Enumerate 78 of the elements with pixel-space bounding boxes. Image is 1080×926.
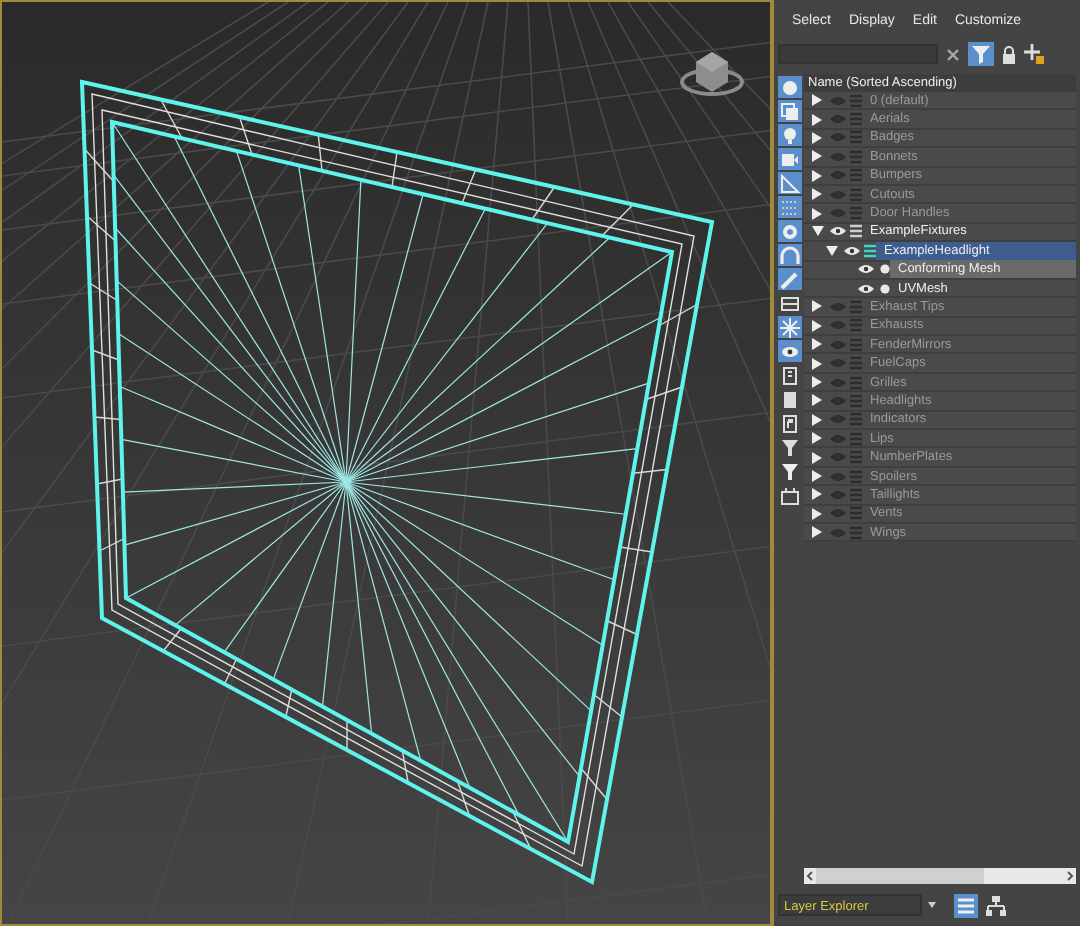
layer-stack-icon: [864, 243, 876, 258]
layer-stack-icon: [850, 412, 862, 427]
toolbar-toggle-button[interactable]: [777, 100, 801, 122]
toolbar-toggle-button[interactable]: [777, 244, 801, 266]
expand-arrow-icon[interactable]: [810, 93, 824, 108]
scroll-left-icon[interactable]: [804, 868, 816, 884]
object-dot-icon: [878, 281, 890, 296]
toolbar-toggle-button[interactable]: [777, 196, 801, 218]
toolbar-toggle-button[interactable]: [777, 436, 801, 458]
object-dot-icon: [878, 262, 890, 277]
add-layer-icon[interactable]: [1024, 44, 1044, 64]
layer-stack-icon: [850, 469, 862, 483]
expand-arrow-icon[interactable]: [810, 506, 824, 521]
layer-stack-icon: [850, 393, 862, 408]
layer-stack-icon: [850, 187, 862, 202]
visibility-eye-icon[interactable]: [858, 283, 874, 294]
toolbar-toggle-button[interactable]: [777, 268, 801, 290]
expand-arrow-icon[interactable]: [810, 469, 824, 483]
visibility-eye-icon[interactable]: [858, 264, 874, 275]
collapse-arrow-icon[interactable]: [810, 224, 824, 239]
viewcube-icon[interactable]: [680, 52, 744, 96]
layer-stack-icon: [850, 506, 862, 521]
collapse-arrow-icon[interactable]: [824, 243, 838, 258]
layer-stack-icon: [850, 168, 862, 183]
expand-arrow-icon[interactable]: [810, 356, 824, 371]
visibility-eye-icon[interactable]: [844, 245, 860, 256]
expand-arrow-icon[interactable]: [810, 431, 824, 446]
dropdown-arrow-icon[interactable]: [928, 902, 936, 908]
layer-stack-icon: [850, 431, 862, 446]
expand-arrow-icon[interactable]: [810, 412, 824, 427]
layer-stack-icon: [850, 149, 862, 164]
toolbar-toggle-button[interactable]: [777, 124, 801, 146]
expand-arrow-icon[interactable]: [810, 450, 824, 465]
expand-arrow-icon[interactable]: [810, 318, 824, 333]
expand-arrow-icon[interactable]: [810, 112, 824, 127]
expand-arrow-icon[interactable]: [810, 487, 824, 502]
expand-arrow-icon[interactable]: [810, 206, 824, 221]
toolbar-toggle-button[interactable]: [777, 172, 801, 194]
visibility-eye-icon[interactable]: [830, 226, 846, 237]
expand-arrow-icon[interactable]: [810, 375, 824, 390]
layer-stack-icon: [850, 130, 862, 145]
expand-arrow-icon[interactable]: [810, 168, 824, 183]
layer-stack-icon: [850, 487, 862, 502]
scroll-right-icon[interactable]: [1064, 868, 1076, 884]
layer-stack-icon: [850, 375, 862, 390]
layer-stack-icon: [850, 356, 862, 371]
toolbar-toggle-button[interactable]: [777, 484, 801, 506]
toolbar-toggle-button[interactable]: [777, 316, 801, 338]
toolbar-toggle-button[interactable]: [777, 148, 801, 170]
toolbar-toggle-button[interactable]: [777, 412, 801, 434]
toolbar-toggle-button[interactable]: [777, 220, 801, 242]
expand-arrow-icon[interactable]: [810, 299, 824, 314]
view-mode-button[interactable]: [984, 893, 1008, 917]
toolbar-toggle-button[interactable]: [777, 76, 801, 98]
toolbar-toggle-button[interactable]: [777, 340, 801, 362]
expand-arrow-icon[interactable]: [810, 525, 824, 540]
expand-arrow-icon[interactable]: [810, 149, 824, 164]
filter-button[interactable]: [968, 42, 994, 66]
horizontal-scrollbar[interactable]: [804, 868, 1076, 884]
layer-stack-icon: [850, 112, 862, 127]
toolbar-toggle-button[interactable]: [777, 292, 801, 314]
expand-arrow-icon[interactable]: [810, 187, 824, 202]
layer-stack-icon: [850, 224, 862, 239]
layer-stack-icon: [850, 93, 862, 108]
expand-arrow-icon[interactable]: [810, 130, 824, 145]
layer-stack-icon: [850, 299, 862, 314]
toolbar-toggle-button[interactable]: [777, 460, 801, 482]
toolbar-toggle-button[interactable]: [777, 364, 801, 386]
layer-stack-icon: [850, 525, 862, 540]
view-mode-button[interactable]: [954, 893, 978, 917]
layer-stack-icon: [850, 318, 862, 333]
layer-stack-icon: [850, 206, 862, 221]
clear-icon[interactable]: [946, 47, 960, 61]
layer-stack-icon: [850, 450, 862, 465]
expand-arrow-icon[interactable]: [810, 393, 824, 408]
layer-stack-icon: [850, 337, 862, 352]
lock-icon[interactable]: [1002, 45, 1016, 63]
expand-arrow-icon[interactable]: [810, 337, 824, 352]
